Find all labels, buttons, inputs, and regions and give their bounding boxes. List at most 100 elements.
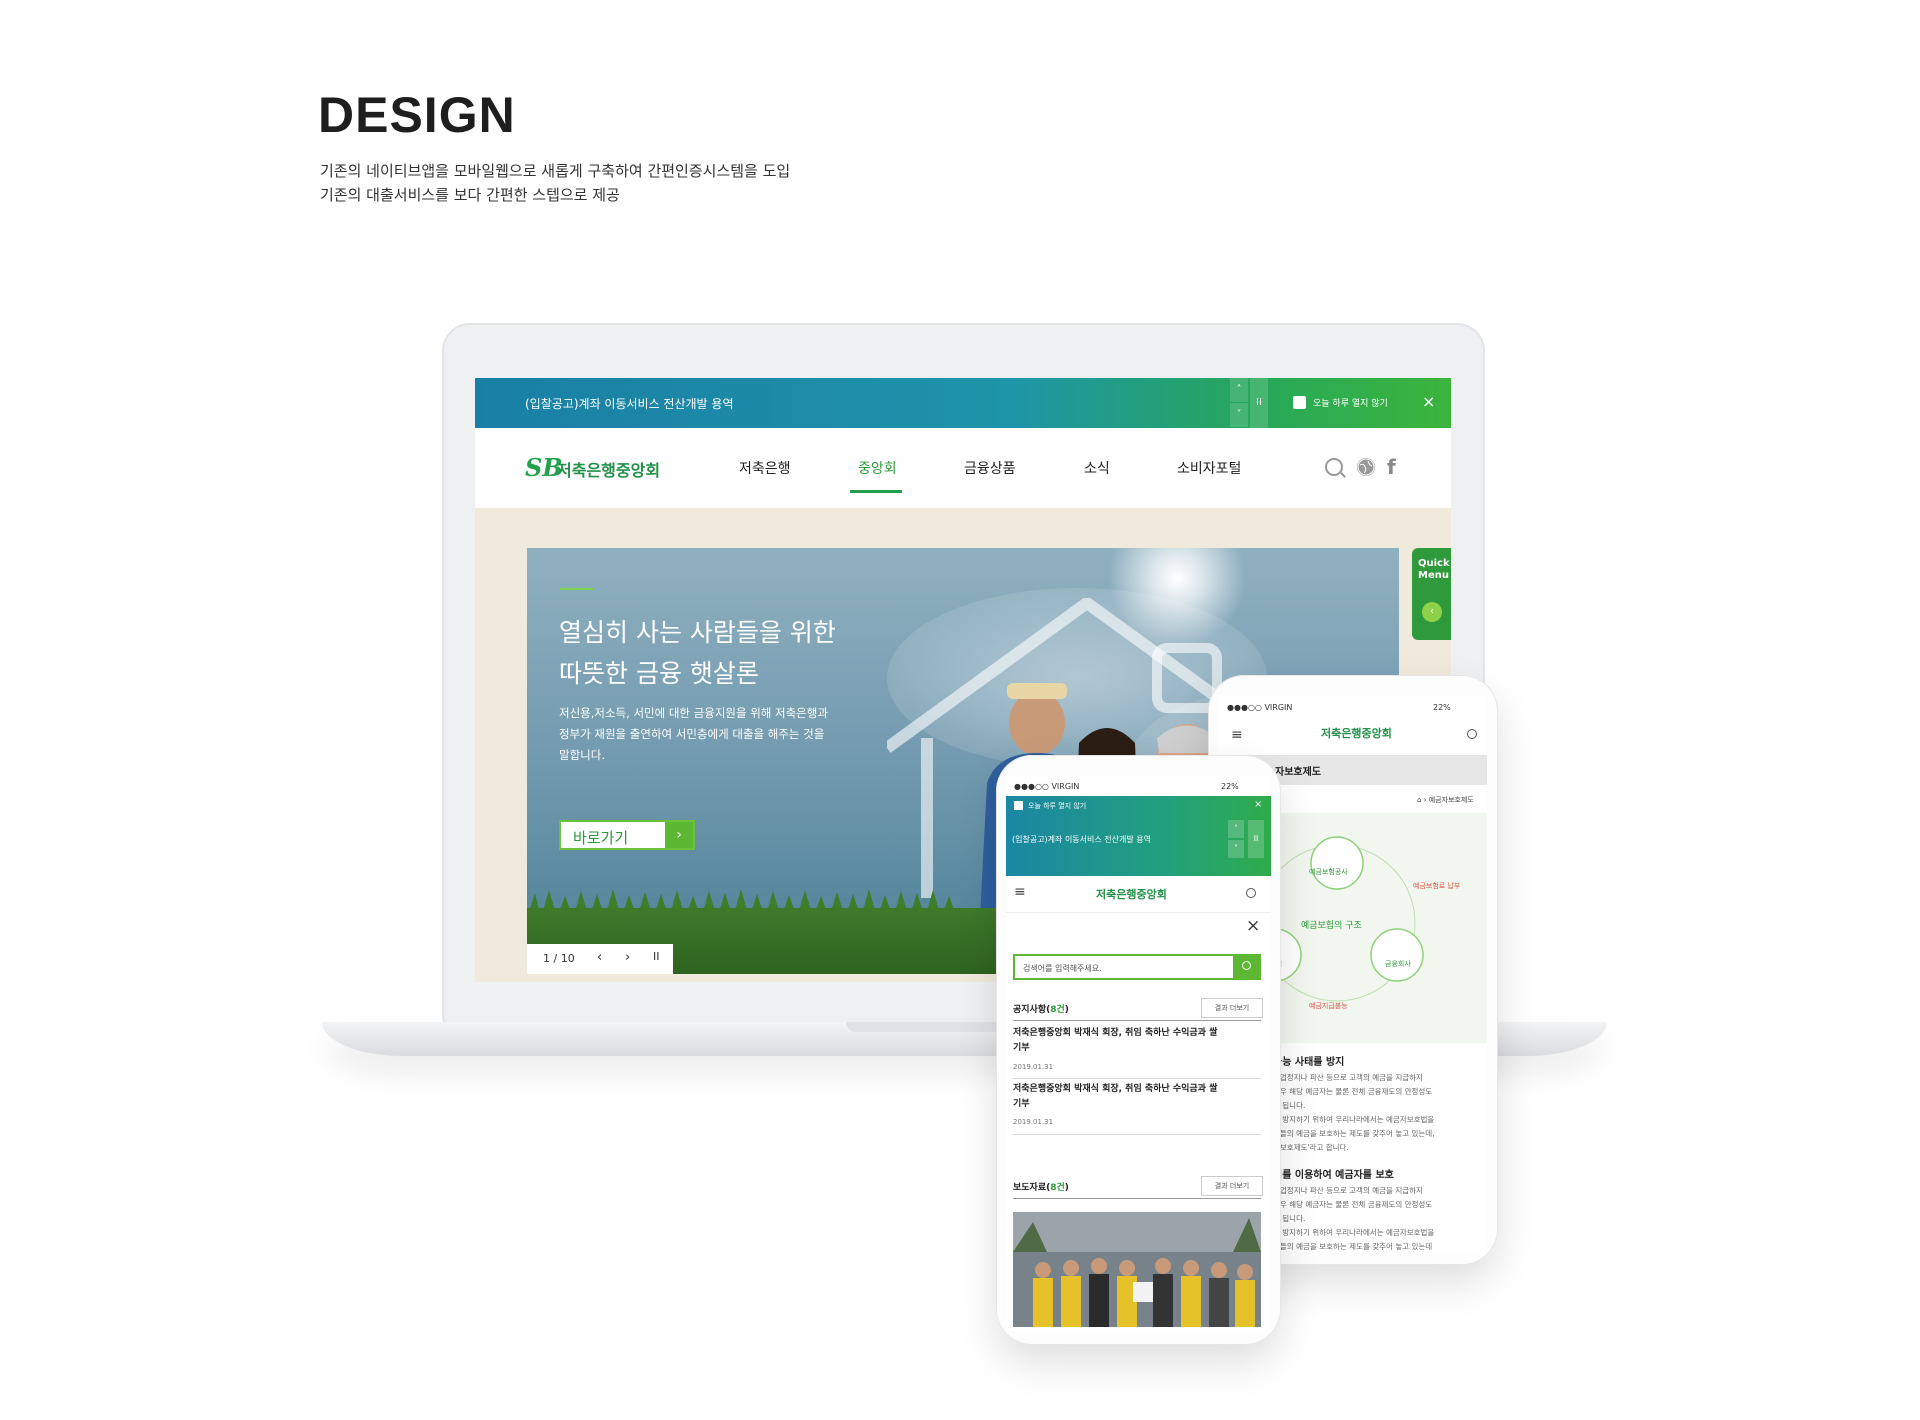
notice-pause-button[interactable]: II xyxy=(1250,378,1268,428)
notice-section-label: 공지사항 xyxy=(1013,1005,1047,1015)
hero-title-line-1: 열심히 사는 사람들을 위한 xyxy=(559,618,836,647)
section-1-line: 객들의 예금을 보호하는 제도를 갖추어 놓고 있는데, xyxy=(1273,1129,1435,1138)
notice-down-button[interactable]: ˅ xyxy=(1230,403,1248,427)
search-icon[interactable] xyxy=(1325,458,1343,476)
nav-item-central[interactable]: 중앙회 xyxy=(858,458,897,478)
status-battery: 22% xyxy=(1433,703,1451,712)
hero-body-line-1: 저신용,저소득, 서민에 대한 금융지원을 위해 저축은행과 xyxy=(559,706,828,720)
close-icon[interactable]: × xyxy=(1246,916,1260,936)
diagram-label-right: 예금보험료 납부 xyxy=(1413,882,1461,890)
notice-section-title: 공지사항(8건) xyxy=(1013,1005,1069,1015)
hamburger-menu-icon[interactable]: ≡ xyxy=(1231,727,1243,743)
divider xyxy=(1013,1078,1261,1079)
slide-prev-button[interactable]: ‹ xyxy=(597,950,602,965)
notice-more-button[interactable]: 결과 더보기 xyxy=(1201,998,1263,1018)
phone-front-screen: ●●●○○ VIRGIN 22% 오늘 하루 열지 않기 × (입찰공고)계좌 … xyxy=(1006,776,1271,1331)
go-button-label: 바로가기 xyxy=(573,829,629,847)
nav-item-news[interactable]: 소식 xyxy=(1084,458,1110,478)
quick-menu-label-1: Quick xyxy=(1418,558,1450,569)
section-2-line: 영업정지나 파산 등으로 고객의 예금을 지급하지 xyxy=(1273,1186,1423,1195)
notice-item-title-cont[interactable]: 기부 xyxy=(1013,1041,1030,1056)
main-navbar: SB 저축은행중앙회 저축은행 중앙회 금융상품 소식 소비자포털 f xyxy=(475,428,1451,508)
search-submit-button[interactable] xyxy=(1233,954,1261,980)
hero-accent-line xyxy=(559,588,593,590)
divider xyxy=(1013,1198,1261,1199)
search-icon[interactable] xyxy=(1246,888,1256,898)
hero-body-line-2: 정부가 재원을 출연하여 서민층에게 대출을 해주는 것을 xyxy=(559,727,825,741)
section-1-line: 경우 해당 예금자는 물론 전체 금융제도의 안정성도 xyxy=(1273,1087,1433,1096)
press-section-label: 보도자료 xyxy=(1013,1183,1047,1193)
press-photo[interactable] xyxy=(1013,1212,1261,1327)
notice-checkbox-label[interactable]: 오늘 하루 열지 않기 xyxy=(1028,801,1086,811)
quick-menu[interactable]: Quick Menu ‹ xyxy=(1412,548,1451,640)
hero-body-line-3: 말합니다. xyxy=(559,748,605,762)
hero-title-line-2: 따뜻한 금융 햇살론 xyxy=(559,659,759,688)
notice-item-title-cont[interactable]: 기부 xyxy=(1013,1097,1030,1112)
nav-active-underline xyxy=(850,490,902,493)
notice-text[interactable]: (입찰공고)계좌 이동서비스 전산개발 용역 xyxy=(1012,834,1151,845)
nav-item-consumer-portal[interactable]: 소비자포털 xyxy=(1177,458,1241,478)
notice-item-title[interactable]: 저축은행중앙회 박재식 회장, 취임 축하난 수익금과 쌀 xyxy=(1013,1026,1217,1041)
phone-logo[interactable]: 저축은행중앙회 xyxy=(1321,725,1392,741)
diagram-label-bottom: 예금지급불능 xyxy=(1309,1002,1348,1010)
nav-item-savings-bank[interactable]: 저축은행 xyxy=(739,458,791,478)
description-line-2: 기존의 대출서비스를 보다 간편한 스텝으로 제공 xyxy=(320,186,620,204)
notice-bar: (입찰공고)계좌 이동서비스 전산개발 용역 ˄ ˅ II 오늘 하루 열지 않… xyxy=(475,378,1451,428)
section-1-title: 불능 사태를 방지 xyxy=(1273,1057,1345,1068)
nav-item-products[interactable]: 금융상품 xyxy=(964,458,1016,478)
notice-text[interactable]: (입찰공고)계좌 이동서비스 전산개발 용역 xyxy=(525,395,734,412)
description-line-1: 기존의 네이티브앱을 모바일웹으로 새롭게 구축하여 간편인증시스템을 도입 xyxy=(320,162,791,180)
search-icon[interactable] xyxy=(1467,729,1477,739)
press-more-button[interactable]: 결과 더보기 xyxy=(1201,1176,1263,1196)
chevron-right-icon: › xyxy=(665,822,693,848)
diagram-node-right: 금융회사 xyxy=(1385,960,1411,968)
notice-section-count: 8건 xyxy=(1050,1005,1065,1015)
breadcrumb: ⌂ › 예금자보호제도 xyxy=(1417,796,1474,804)
quick-menu-toggle[interactable]: ‹ xyxy=(1422,602,1442,622)
section-2-title: 리를 이용하여 예금자를 보호 xyxy=(1273,1170,1394,1181)
diagram-center-label: 예금보험의 구조 xyxy=(1301,921,1362,931)
mobile-header: ≡ 저축은행중앙회 xyxy=(1006,876,1271,913)
slide-next-button[interactable]: › xyxy=(625,950,630,965)
status-battery: 22% xyxy=(1221,782,1239,791)
globe-icon[interactable] xyxy=(1357,458,1375,476)
section-2-line: 경우 해당 예금자는 물론 전체 금융제도의 안정성도 xyxy=(1273,1200,1433,1209)
status-carrier: ●●●○○ VIRGIN xyxy=(1227,703,1293,712)
notice-close-button[interactable]: × xyxy=(1422,392,1435,411)
notice-pause-button[interactable]: II xyxy=(1248,820,1264,858)
notice-up-button[interactable]: ˄ xyxy=(1230,378,1248,402)
go-button[interactable]: 바로가기 › xyxy=(559,820,695,850)
quick-menu-label-2: Menu xyxy=(1418,570,1449,581)
hamburger-menu-icon[interactable]: ≡ xyxy=(1014,884,1026,900)
divider xyxy=(1013,1134,1261,1135)
section-1-line: 영업정지나 파산 등으로 고객의 예금을 지급하지 xyxy=(1273,1073,1423,1082)
page-title: DESIGN xyxy=(318,87,516,143)
slide-pause-button[interactable]: II xyxy=(653,950,660,963)
notice-checkbox[interactable] xyxy=(1014,801,1023,810)
notice-item-title[interactable]: 저축은행중앙회 박재식 회장, 취임 축하난 수익금과 쌀 xyxy=(1013,1082,1217,1097)
section-2-line: 객들의 예금을 보호하는 제도를 갖추어 놓고 있는데 xyxy=(1273,1242,1433,1251)
logo-text[interactable]: 저축은행중앙회 xyxy=(557,457,660,481)
section-1-line: 자보호제도'라고 합니다. xyxy=(1273,1143,1349,1152)
status-carrier: ●●●○○ VIRGIN xyxy=(1014,782,1080,791)
phone-logo[interactable]: 저축은행중앙회 xyxy=(1096,886,1167,902)
notice-close-button[interactable]: × xyxy=(1254,799,1262,810)
press-section-count: 8건 xyxy=(1050,1183,1065,1193)
slide-pager: 1 / 10 ‹ › II xyxy=(527,944,673,974)
search-input[interactable]: 검색어를 입력해주세요. xyxy=(1013,954,1261,980)
press-section-title: 보도자료(8건) xyxy=(1013,1183,1069,1193)
section-2-line: 를 방지하기 위하여 우리나라에서는 예금자보호법을 xyxy=(1273,1228,1435,1237)
notice-up-button[interactable]: ˄ xyxy=(1228,820,1244,838)
section-1-line: 를 방지하기 위하여 우리나라에서는 예금자보호법을 xyxy=(1273,1115,1435,1124)
diagram-node-top: 예금보험공사 xyxy=(1309,868,1348,876)
sub-title: 자보호제도 xyxy=(1275,767,1321,778)
notice-checkbox-label[interactable]: 오늘 하루 열지 않기 xyxy=(1313,396,1388,409)
notice-item-date: 2019.01.31 xyxy=(1013,1118,1054,1126)
mobile-notice-bar: 오늘 하루 열지 않기 × (입찰공고)계좌 이동서비스 전산개발 용역 ˄ ˅… xyxy=(1006,796,1271,876)
notice-checkbox[interactable] xyxy=(1293,396,1306,409)
slide-counter: 1 / 10 xyxy=(543,952,575,965)
notice-item-date: 2019.01.31 xyxy=(1013,1063,1054,1071)
facebook-icon[interactable]: f xyxy=(1387,455,1396,479)
divider xyxy=(1013,1020,1261,1021)
notice-down-button[interactable]: ˅ xyxy=(1228,840,1244,858)
